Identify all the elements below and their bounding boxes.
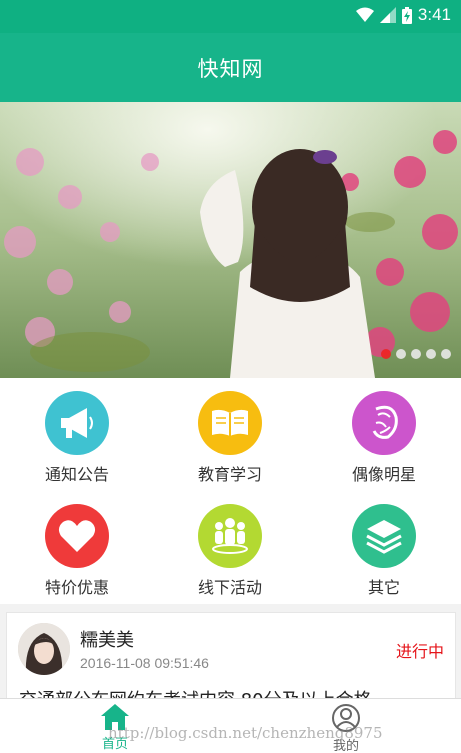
app-bar: 快知网 bbox=[0, 33, 461, 102]
status-time: 3:41 bbox=[417, 5, 451, 24]
status-badge: 进行中 bbox=[395, 642, 444, 661]
grid-item-notice[interactable]: 通知公告 bbox=[0, 378, 154, 491]
megaphone-icon bbox=[61, 408, 93, 438]
layers-icon bbox=[366, 520, 402, 554]
grid-circle bbox=[45, 504, 109, 568]
grid-circle bbox=[45, 391, 109, 455]
carousel-dot[interactable] bbox=[441, 349, 451, 359]
grid-circle bbox=[198, 504, 262, 568]
category-grid: 通知公告 教育学习 偶像明星 特价优惠 线下活动 其它 bbox=[0, 378, 461, 604]
grid-circle bbox=[352, 391, 416, 455]
grid-item-events[interactable]: 线下活动 bbox=[153, 491, 307, 604]
card-timestamp: 2016-11-08 09:51:46 bbox=[80, 655, 209, 671]
page-title: 快知网 bbox=[197, 56, 264, 81]
battery-icon bbox=[401, 6, 412, 24]
grid-label: 通知公告 bbox=[44, 465, 109, 484]
grid-item-idol[interactable]: 偶像明星 bbox=[307, 378, 461, 491]
grid-circle bbox=[198, 391, 262, 455]
wifi-icon bbox=[355, 7, 374, 22]
watermark: http://blog.csdn.net/chenzheng8975 bbox=[108, 724, 383, 742]
grid-circle bbox=[352, 504, 416, 568]
carousel-dot[interactable] bbox=[396, 349, 406, 359]
status-bar: 3:41 bbox=[0, 0, 461, 33]
carousel-dot[interactable] bbox=[426, 349, 436, 359]
carousel-dot[interactable] bbox=[411, 349, 421, 359]
heart-icon bbox=[58, 520, 96, 552]
grid-label: 偶像明星 bbox=[351, 465, 416, 484]
grid-label: 线下活动 bbox=[197, 578, 262, 597]
carousel-indicator bbox=[381, 349, 451, 359]
banner-image bbox=[0, 102, 461, 378]
card-author: 糯美美 bbox=[80, 630, 134, 651]
group-icon bbox=[212, 518, 248, 554]
signal-icon bbox=[379, 7, 396, 23]
grid-label: 其它 bbox=[367, 578, 400, 597]
avatar bbox=[18, 623, 70, 675]
book-icon bbox=[212, 409, 248, 436]
banner-carousel[interactable] bbox=[0, 102, 461, 378]
star-face-icon bbox=[372, 405, 398, 439]
activity-card[interactable]: 糯美美 2016-11-08 09:51:46 进行中 交通部公布网约车考试内容… bbox=[6, 612, 456, 711]
grid-label: 特价优惠 bbox=[44, 578, 109, 597]
grid-label: 教育学习 bbox=[197, 465, 262, 484]
carousel-dot[interactable] bbox=[381, 349, 391, 359]
grid-item-deals[interactable]: 特价优惠 bbox=[0, 491, 154, 604]
grid-item-education[interactable]: 教育学习 bbox=[153, 378, 307, 491]
grid-item-other[interactable]: 其它 bbox=[307, 491, 461, 604]
